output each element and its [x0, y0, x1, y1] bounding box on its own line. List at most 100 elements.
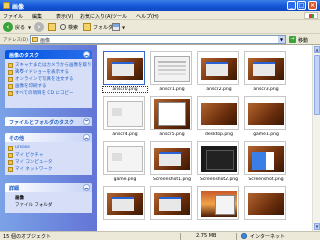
file-name: anscr4.png	[112, 132, 138, 137]
thumbnail-image	[248, 103, 284, 125]
order-prints-icon	[8, 77, 13, 82]
security-zone: インターネット	[250, 234, 286, 240]
go-arrow-icon: →	[289, 36, 296, 43]
address-path: 画像	[40, 38, 51, 44]
title-bar[interactable]: 画像 _ □ ×	[0, 0, 320, 11]
menu-bar: ファイル 編集 表示(V) お気に入り(A) ツール ヘルプ(H)	[0, 11, 320, 20]
file-name: game.png	[113, 177, 137, 182]
views-icon[interactable]	[112, 23, 120, 31]
place-item[interactable]: ursoos	[5, 145, 92, 152]
task-pane: 画像のタスク ︽ スキャナまたはカメラから画像を取り込む スライドショーを表示す…	[0, 45, 97, 231]
address-input[interactable]: 画像 ▼	[30, 35, 286, 44]
panel-title: 詳細	[9, 186, 20, 192]
menu-view[interactable]: 表示(V)	[56, 13, 73, 20]
cd-icon	[8, 91, 13, 96]
picture-tasks-panel: 画像のタスク ︽ スキャナまたはカメラから画像を取り込む スライドショーを表示す…	[5, 50, 92, 108]
task-item[interactable]: スライドショーを表示する	[5, 69, 92, 76]
scroll-down-icon[interactable]: ▼	[314, 223, 320, 230]
thumbnail-image	[201, 191, 237, 217]
details-name: 画像	[15, 196, 24, 201]
back-button[interactable]: ‹	[3, 22, 13, 32]
status-separator	[236, 233, 237, 240]
camera-icon	[8, 63, 13, 68]
file-folder-tasks-panel: ファイルとフォルダのタスク ︾	[5, 117, 92, 126]
thumbnail-image	[201, 103, 237, 125]
menu-edit[interactable]: 編集	[32, 13, 42, 20]
file-name: anscr0.png	[102, 86, 148, 93]
place-item[interactable]: マイ ピクチャ	[5, 152, 92, 159]
forward-button[interactable]: ›	[34, 22, 44, 32]
panel-header[interactable]: ファイルとフォルダのタスク ︾	[5, 117, 92, 126]
windows-flag-icon	[304, 12, 318, 19]
expand-icon[interactable]: ︾	[83, 118, 90, 125]
search-button[interactable]: 検索	[68, 24, 78, 31]
folder-icon	[8, 153, 13, 158]
panel-header[interactable]: 詳細 ︽	[5, 183, 92, 192]
file-name: anscr1.png	[159, 87, 185, 92]
details-type: ファイル フォルダ	[15, 203, 53, 208]
file-name: anscr2.png	[206, 87, 232, 92]
address-bar: アドレス(D) 画像 ▼ → 移動	[0, 34, 320, 45]
thumbnail-image	[248, 146, 284, 172]
slideshow-icon	[8, 70, 13, 75]
thumbnail-image	[107, 193, 143, 215]
print-icon	[8, 84, 13, 89]
scrollbar-thumb[interactable]	[314, 55, 320, 115]
task-item[interactable]: 画像を印刷する	[5, 83, 92, 90]
maximize-button[interactable]: □	[297, 1, 306, 10]
go-button[interactable]: → 移動	[289, 35, 318, 44]
total-size: 2.75 MB	[196, 233, 217, 239]
task-item[interactable]: オンラインで写真を注文する	[5, 76, 92, 83]
folder-icon	[32, 37, 38, 42]
address-dropdown-icon[interactable]: ▼	[278, 36, 285, 43]
back-label: 戻る	[15, 25, 26, 31]
network-icon	[8, 167, 13, 172]
views-dropdown-icon[interactable]: ▼	[122, 25, 125, 30]
thumbnail-image	[154, 56, 190, 82]
menu-help[interactable]: ヘルプ(H)	[136, 13, 159, 20]
vertical-scrollbar[interactable]: ▲ ▼	[312, 45, 320, 231]
folder-icon	[8, 146, 13, 151]
minimize-button[interactable]: _	[287, 1, 296, 10]
panel-title: 画像のタスク	[9, 53, 40, 59]
status-separator	[180, 233, 181, 240]
search-icon[interactable]	[60, 24, 66, 30]
menu-favorites[interactable]: お気に入り(A)	[80, 13, 112, 20]
collapse-icon[interactable]: ︽	[83, 184, 90, 191]
status-bar: 15 個のオブジェクト 2.75 MB インターネット	[0, 231, 320, 240]
place-item[interactable]: マイ ネットワーク	[5, 166, 92, 173]
file-name: Screenshot2.png	[199, 177, 239, 182]
object-count: 15 個のオブジェクト	[3, 234, 51, 240]
panel-title: その他	[9, 136, 25, 142]
task-item[interactable]: スキャナまたはカメラから画像を取り込む	[5, 62, 92, 74]
internet-zone-icon	[241, 233, 247, 239]
folders-icon[interactable]	[83, 23, 91, 31]
panel-header[interactable]: その他 ︽	[5, 133, 92, 142]
address-label: アドレス(D)	[3, 38, 28, 43]
file-name: game1.png	[253, 132, 279, 137]
file-name: Screenshot.png	[248, 177, 284, 182]
computer-icon	[8, 160, 13, 165]
thumbnail-image	[248, 193, 284, 215]
folder-icon	[3, 2, 10, 9]
collapse-icon[interactable]: ︽	[83, 51, 90, 58]
thumbnail-image	[154, 193, 190, 215]
thumbnail-image	[201, 58, 237, 80]
folders-button[interactable]: フォルダ	[93, 24, 113, 31]
menu-tools[interactable]: ツール	[112, 13, 127, 20]
menu-file[interactable]: ファイル	[3, 13, 23, 20]
thumbnail-image	[154, 99, 190, 129]
scroll-up-icon[interactable]: ▲	[314, 46, 320, 53]
up-folder-icon[interactable]	[48, 23, 56, 31]
task-item[interactable]: すべての項目を CD にコピー	[5, 90, 92, 97]
thumbnail-image	[107, 101, 143, 127]
file-name: Screenshot1.png	[152, 177, 192, 182]
details-panel: 詳細 ︽ 画像 ファイル フォルダ	[5, 183, 92, 213]
thumbnail-image	[107, 58, 143, 80]
panel-header[interactable]: 画像のタスク ︽	[5, 50, 92, 59]
collapse-icon[interactable]: ︽	[83, 134, 90, 141]
thumbnail-image	[201, 146, 237, 172]
close-button[interactable]: ×	[308, 1, 317, 10]
back-dropdown-icon[interactable]: ▼	[28, 25, 31, 30]
place-item[interactable]: マイ コンピュータ	[5, 159, 92, 166]
